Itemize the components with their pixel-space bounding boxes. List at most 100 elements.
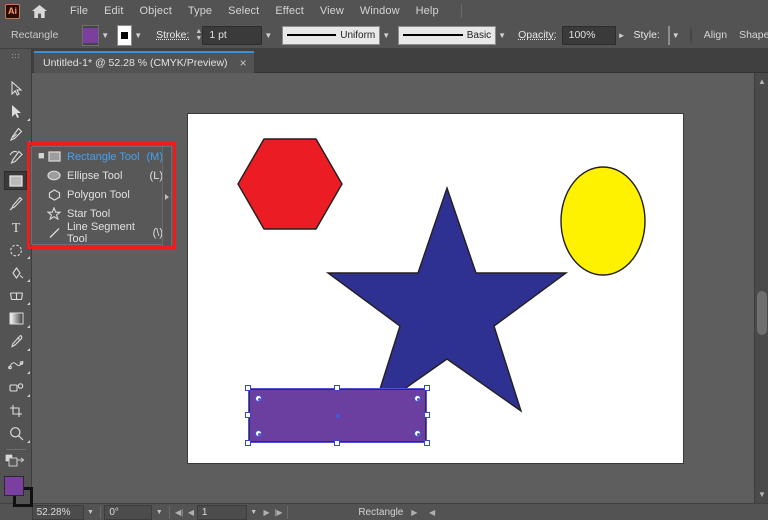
selection-handle-tr[interactable] — [424, 385, 430, 391]
selection-handle-bl[interactable] — [245, 440, 251, 446]
direct-selection-tool[interactable] — [0, 100, 32, 123]
corner-widget-br[interactable] — [414, 430, 421, 437]
globe-icon[interactable] — [690, 27, 692, 44]
stroke-profile-caret-icon[interactable]: ▼ — [382, 26, 390, 45]
flyout-label: Rectangle Tool — [64, 151, 147, 163]
flyout-item-rectangle-tool[interactable]: ■ Rectangle Tool (M) — [32, 147, 171, 166]
stroke-weight-field[interactable]: 1 pt — [202, 26, 262, 45]
flyout-item-polygon-tool[interactable]: Polygon Tool — [32, 185, 171, 204]
menu-edit[interactable]: Edit — [96, 3, 131, 19]
menu-file[interactable]: File — [62, 3, 96, 19]
graphic-style-caret-icon[interactable]: ▼ — [672, 26, 680, 45]
rectangle-tool[interactable] — [0, 169, 32, 192]
menu-object[interactable]: Object — [131, 3, 179, 19]
tear-off-arrow-icon[interactable] — [162, 147, 171, 246]
opacity-field[interactable]: 100% — [562, 26, 616, 45]
scroll-up-icon[interactable]: ▲ — [755, 75, 768, 88]
graphic-style-swatch[interactable] — [668, 26, 670, 45]
shape-builder-tool[interactable] — [0, 261, 32, 284]
uniform-profile-label: Uniform — [340, 30, 375, 41]
rotation-caret-icon[interactable]: ▼ — [152, 505, 166, 520]
symbol-sprayer-tool[interactable] — [0, 376, 32, 399]
menu-view[interactable]: View — [312, 3, 352, 19]
first-page-icon[interactable]: ◀| — [173, 505, 185, 520]
document-tab[interactable]: Untitled-1* @ 52.28 % (CMYK/Preview) × — [34, 51, 254, 73]
status-left-icon[interactable]: ◀ — [426, 505, 438, 520]
stroke-weight-caret-icon[interactable]: ▼ — [264, 26, 272, 45]
selection-handle-mr[interactable] — [424, 412, 430, 418]
artboard-tool[interactable] — [0, 399, 32, 422]
flyout-item-line-segment-tool[interactable]: Line Segment Tool (\) — [32, 223, 171, 242]
corner-widget-tr[interactable] — [414, 395, 421, 402]
status-play-icon[interactable]: ▶ — [408, 505, 420, 520]
perspective-grid-tool[interactable] — [0, 284, 32, 307]
eyedropper-tool[interactable] — [0, 330, 32, 353]
artboard-number-caret-icon[interactable]: ▼ — [247, 505, 261, 520]
selection-type-label: Rectangle — [11, 29, 58, 41]
brush-definition-basic[interactable]: Basic — [398, 26, 496, 45]
gradient-tool[interactable] — [0, 307, 32, 330]
menu-help[interactable]: Help — [408, 3, 447, 19]
stroke-label[interactable]: Stroke: — [156, 29, 189, 41]
stroke-color-swatch[interactable] — [117, 25, 132, 46]
brush-definition-caret-icon[interactable]: ▼ — [498, 26, 506, 45]
close-icon[interactable]: × — [240, 57, 247, 69]
artboard-number-field[interactable]: 1 — [197, 505, 247, 520]
rotation-field[interactable]: 0° — [104, 505, 152, 520]
scroll-down-icon[interactable]: ▼ — [755, 488, 768, 501]
next-page-icon[interactable]: ▶ — [261, 505, 273, 520]
zoom-level-caret-icon[interactable]: ▼ — [84, 505, 98, 520]
uniform-profile-line-icon — [287, 34, 336, 36]
fill-dropdown-caret-icon[interactable]: ▼ — [101, 26, 109, 45]
blend-tool[interactable] — [0, 353, 32, 376]
corner-widget-tl[interactable] — [255, 395, 262, 402]
last-page-icon[interactable]: |▶ — [273, 505, 285, 520]
curvature-tool[interactable] — [0, 146, 32, 169]
tool-status-label: Rectangle — [353, 505, 408, 520]
align-button[interactable]: Align — [704, 29, 727, 41]
zoom-tool[interactable] — [0, 422, 32, 445]
menu-select[interactable]: Select — [220, 3, 267, 19]
swap-fill-stroke-icon[interactable] — [16, 455, 27, 473]
pen-tool[interactable] — [0, 123, 32, 146]
control-bar: Rectangle ▼ ▼ Stroke: ▲▼ 1 pt ▼ Uniform … — [0, 22, 768, 49]
selection-handle-ml[interactable] — [245, 412, 251, 418]
paintbrush-tool[interactable] — [0, 192, 32, 215]
fill-color-swatch[interactable] — [82, 25, 99, 46]
stroke-profile-uniform[interactable]: Uniform — [282, 26, 380, 45]
canvas-area[interactable] — [32, 73, 754, 503]
selection-tool[interactable] — [0, 77, 32, 100]
menu-effect[interactable]: Effect — [267, 3, 312, 19]
zoom-level-field[interactable]: 52.28% — [32, 505, 84, 520]
selection-handle-tl[interactable] — [245, 385, 251, 391]
flyout-item-ellipse-tool[interactable]: Ellipse Tool (L) — [32, 166, 171, 185]
tools-panel: T — [0, 49, 32, 520]
flyout-triangle-icon — [27, 279, 30, 282]
flyout-triangle-icon — [27, 440, 30, 443]
flyout-triangle-icon — [27, 256, 30, 259]
opacity-label[interactable]: Opacity: — [518, 29, 557, 41]
type-tool[interactable]: T — [0, 215, 32, 238]
corner-widget-bl[interactable] — [255, 430, 262, 437]
flyout-triangle-icon — [27, 210, 30, 213]
menu-window[interactable]: Window — [352, 3, 408, 19]
selection-handle-tc[interactable] — [334, 385, 340, 391]
star-icon — [44, 207, 64, 220]
home-icon[interactable] — [30, 3, 48, 19]
fill-indicator-swatch[interactable] — [4, 476, 24, 496]
tools-panel-grip[interactable] — [11, 53, 20, 60]
artboard[interactable] — [188, 114, 683, 463]
menu-type[interactable]: Type — [180, 3, 220, 19]
canvas-vertical-scrollbar[interactable]: ▲ ▼ — [754, 73, 768, 503]
stroke-weight-stepper[interactable]: ▲▼ — [195, 26, 202, 45]
selection-handle-bc[interactable] — [334, 440, 340, 446]
rectangle-icon — [44, 151, 64, 162]
opacity-flyout-icon[interactable]: ► — [618, 26, 626, 45]
stroke-dropdown-caret-icon[interactable]: ▼ — [134, 26, 142, 45]
rotate-tool[interactable] — [0, 238, 32, 261]
toolbar-divider — [6, 449, 26, 450]
selection-handle-br[interactable] — [424, 440, 430, 446]
vertical-scroll-thumb[interactable] — [757, 291, 767, 335]
rectangle-tool-flyout-menu[interactable]: ■ Rectangle Tool (M) Ellipse Tool (L) Po… — [31, 146, 172, 245]
prev-page-icon[interactable]: ◀ — [185, 505, 197, 520]
